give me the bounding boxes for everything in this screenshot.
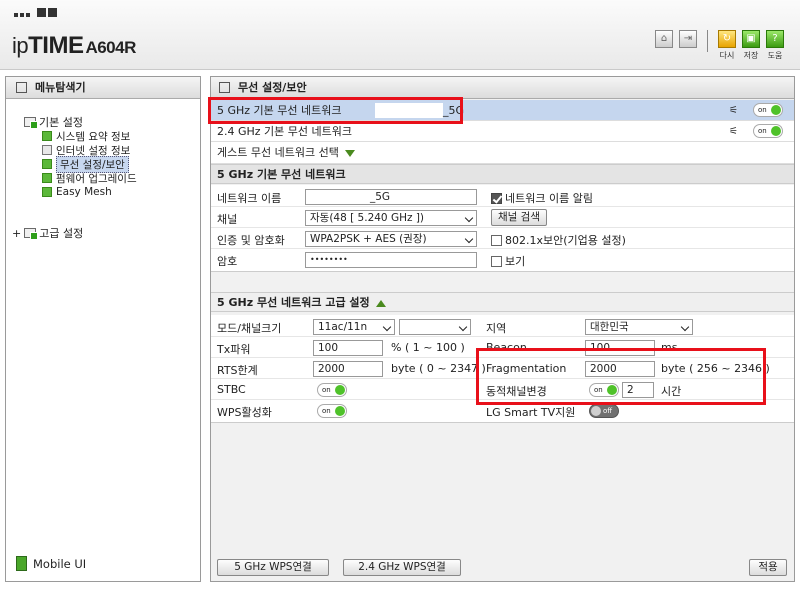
menu-basic-settings[interactable]: 기본 설정 (24, 115, 137, 129)
chart-icon (42, 131, 52, 141)
page-title: 무선 설정/보안 (211, 77, 794, 99)
broadcast-name-checkbox[interactable]: 네트워크 이름 알림 (491, 190, 593, 206)
apply-button[interactable]: 적용 (749, 559, 787, 576)
home-icon[interactable]: ⌂ (655, 30, 673, 48)
window-icon (219, 82, 230, 93)
save-icon: ▣ (742, 30, 760, 48)
basic-settings-items: 시스템 요약 정보 인터넷 설정 정보 무선 설정/보안 펌웨어 업그레이드 E… (42, 129, 137, 199)
rts-threshold-input[interactable]: 2000 (313, 361, 383, 377)
upgrade-icon (42, 173, 52, 183)
wifi-icon: ⚟ (729, 126, 738, 137)
channel-select[interactable]: 자동(48 [ 5.240 GHz ]) (305, 210, 477, 226)
password-input[interactable]: •••••••• (305, 252, 477, 268)
wps-5ghz-button[interactable]: 5 GHz WPS연결 (217, 559, 329, 576)
basic-section-title: 5 GHz 기본 무선 네트워크 (211, 164, 794, 184)
logout-icon[interactable]: ⇥ (679, 30, 697, 48)
restart-icon: ↻ (718, 30, 736, 48)
network-name-row: 네트워크 이름 _5G 네트워크 이름 알림 (211, 187, 794, 207)
advanced-section-title[interactable]: 5 GHz 무선 네트워크 고급 설정 (211, 292, 794, 312)
help-button[interactable]: ? 도움 (766, 30, 784, 61)
top-toolbar: ⌂ ⇥ ↻ 다시 ▣ 저장 ? 도움 (655, 30, 784, 61)
channel-width-select[interactable] (399, 319, 471, 335)
lg-smart-tv-toggle[interactable]: off (589, 404, 619, 418)
menu-advanced-settings[interactable]: + 고급 설정 (12, 225, 83, 241)
basic-section-form: 네트워크 이름 _5G 네트워크 이름 알림 채널 자동(48 [ 5.240 … (211, 185, 794, 272)
guest-network-select[interactable]: 게스트 무선 네트워크 선택 (211, 142, 794, 164)
menu-item-firmware-upgrade[interactable]: 펌웨어 업그레이드 (42, 171, 137, 185)
menu-explorer-title: 메뉴탐색기 (6, 77, 200, 99)
folder-icon (24, 228, 39, 240)
network-5ghz-toggle[interactable]: on (753, 103, 783, 117)
mobile-icon (16, 556, 27, 571)
tx-power-input[interactable]: 100 (313, 340, 383, 356)
main-panel: 무선 설정/보안 5 GHz 기본 무선 네트워크 _5G ⚟ on 2.4 G… (208, 76, 795, 582)
magnifier-icon (16, 82, 27, 93)
mesh-icon (42, 187, 52, 197)
menu-tree: 기본 설정 시스템 요약 정보 인터넷 설정 정보 무선 설정/보안 펌웨어 업… (24, 115, 137, 199)
save-button[interactable]: ▣ 저장 (742, 30, 760, 61)
mode-row: 모드/채널크기 11ac/11n 지역 대한민국 (211, 317, 794, 337)
menu-explorer: 메뉴탐색기 기본 설정 시스템 요약 정보 인터넷 설정 정보 무선 설정/보안… (5, 76, 201, 582)
dot1x-checkbox[interactable]: 802.1x보안(기업용 설정) (491, 232, 626, 248)
wps-toggle[interactable]: on (317, 404, 347, 418)
show-password-checkbox[interactable]: 보기 (491, 253, 525, 269)
checkbox-icon (491, 234, 502, 246)
mode-select[interactable]: 11ac/11n (313, 319, 395, 335)
network-name-24ghz (375, 124, 443, 139)
region-select[interactable]: 대한민국 (585, 319, 693, 335)
menu-item-wireless-settings[interactable]: 무선 설정/보안 (42, 155, 137, 173)
network-name-input[interactable]: _5G (305, 189, 477, 205)
toolbar-divider (707, 30, 708, 52)
channel-search-button[interactable]: 채널 검색 (491, 209, 547, 226)
stbc-toggle[interactable]: on (317, 383, 347, 397)
mobile-ui-link[interactable]: Mobile UI (16, 556, 86, 571)
checkbox-checked-icon (491, 192, 502, 204)
highlight-5ghz-network (208, 97, 463, 124)
action-bar: 5 GHz WPS연결 2.4 GHz WPS연결 적용 (211, 553, 794, 581)
wps-24ghz-button[interactable]: 2.4 GHz WPS연결 (343, 559, 461, 576)
brand-logo: ipTIME A604R (12, 32, 136, 59)
auth-select[interactable]: WPA2PSK + AES (권장) (305, 231, 477, 247)
brand-logo-mark (14, 8, 57, 17)
menu-item-system-summary[interactable]: 시스템 요약 정보 (42, 129, 137, 143)
network-row-24ghz[interactable]: 2.4 GHz 기본 무선 네트워크 ⚟ on (211, 121, 794, 142)
folder-icon (24, 117, 38, 129)
auth-row: 인증 및 암호화 WPA2PSK + AES (권장) 802.1x보안(기업용… (211, 229, 794, 249)
header: ipTIME A604R ⌂ ⇥ ↻ 다시 ▣ 저장 ? 도움 (0, 0, 800, 70)
menu-item-easy-mesh[interactable]: Easy Mesh (42, 185, 137, 199)
monitor-icon (42, 145, 52, 155)
highlight-fragmentation-settings (476, 348, 766, 405)
expand-arrow-icon (344, 149, 355, 157)
collapse-arrow-icon (375, 299, 386, 307)
restart-button[interactable]: ↻ 다시 (718, 30, 736, 61)
channel-row: 채널 자동(48 [ 5.240 GHz ]) 채널 검색 (211, 208, 794, 228)
checkbox-icon (491, 255, 502, 267)
password-row: 암호 •••••••• 보기 (211, 250, 794, 270)
expand-icon: + (12, 226, 22, 240)
network-24ghz-toggle[interactable]: on (753, 124, 783, 138)
wireless-icon (42, 159, 52, 169)
help-icon: ? (766, 30, 784, 48)
wifi-icon: ⚟ (729, 105, 738, 116)
